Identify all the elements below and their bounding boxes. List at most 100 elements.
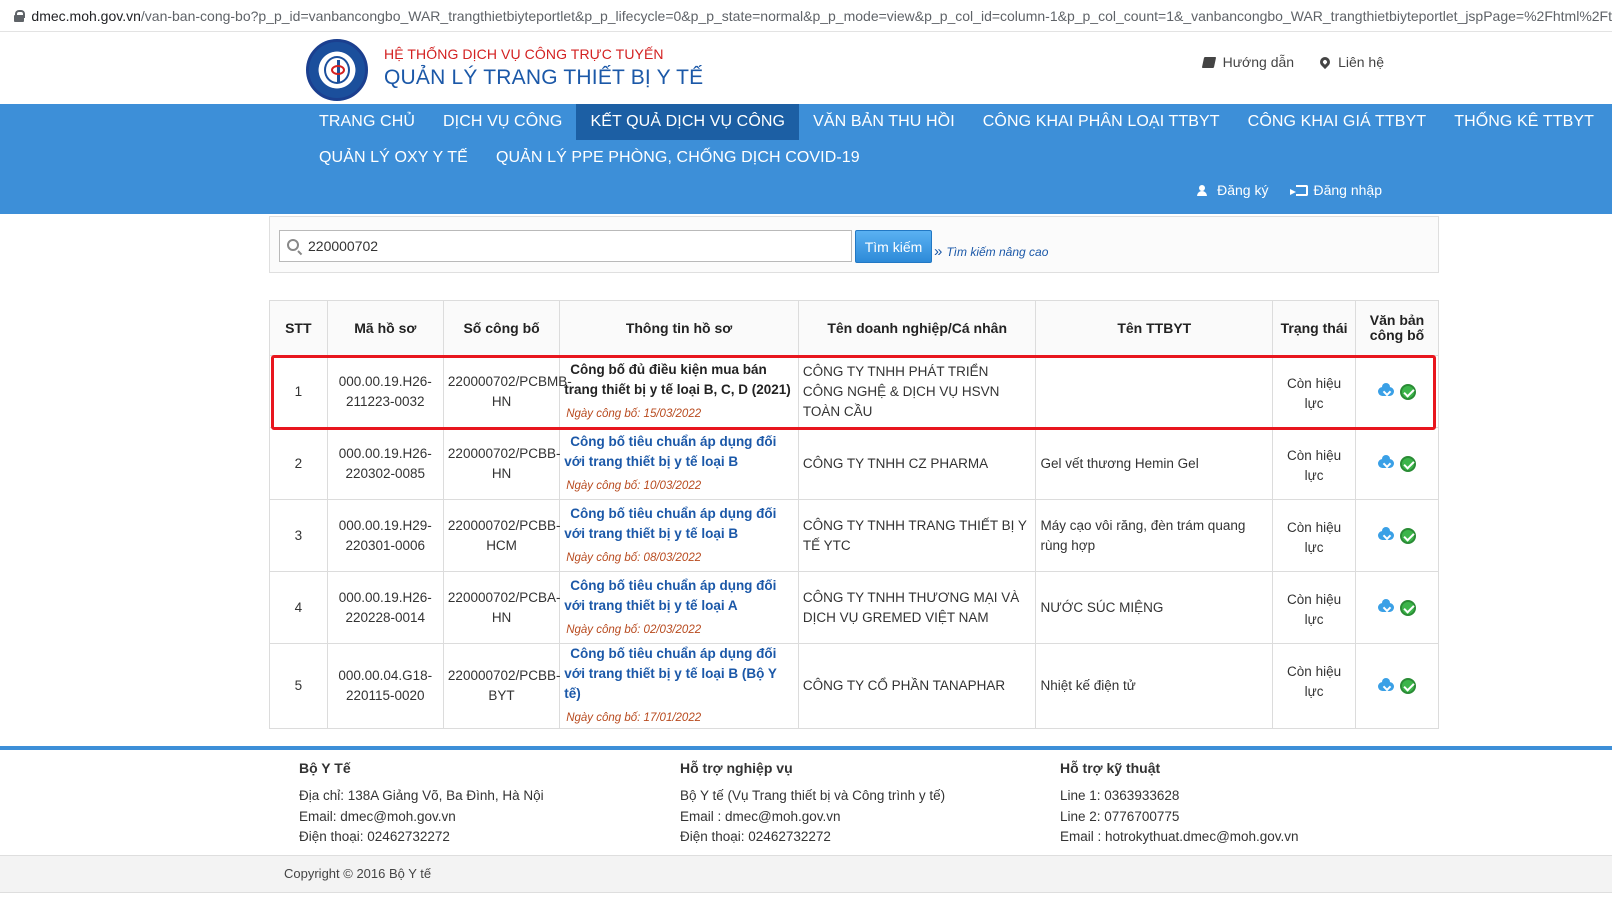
announcement-date: Ngày công bố: 17/01/2022 bbox=[566, 712, 702, 724]
nav-prices[interactable]: CÔNG KHAI GIÁ TTBYT bbox=[1234, 104, 1441, 140]
nav-recalled-documents[interactable]: VĂN BẢN THU HỒI bbox=[799, 104, 969, 140]
row-device-name: Gel vết thương Hemin Gel bbox=[1035, 427, 1274, 500]
record-title-link[interactable]: Công bố tiêu chuẩn áp dụng đối với trang… bbox=[564, 432, 794, 472]
check-circle-icon[interactable] bbox=[1400, 383, 1417, 400]
header-status: Trạng thái bbox=[1272, 300, 1357, 356]
announcement-date: Ngày công bố: 15/03/2022 bbox=[566, 407, 702, 420]
check-circle-icon[interactable] bbox=[1400, 527, 1417, 544]
row-documents bbox=[1355, 571, 1439, 644]
row-record-info: Công bố tiêu chuẩn áp dụng đối với trang… bbox=[559, 427, 799, 500]
header-record-code: Mã hồ sơ bbox=[326, 300, 444, 356]
row-record-code: 000.00.19.H26-220228-0014 bbox=[326, 571, 444, 644]
table-header-row: STT Mã hồ sơ Số công bố Thông tin hồ sơ … bbox=[269, 300, 1439, 356]
announcement-date: Ngày công bố: 08/03/2022 bbox=[566, 551, 702, 564]
nav-oxygen[interactable]: QUẢN LÝ OXY Y TẾ bbox=[305, 140, 482, 176]
system-subtitle: HỆ THỐNG DỊCH VỤ CÔNG TRỰC TUYẾN bbox=[384, 46, 664, 62]
cloud-download-icon[interactable] bbox=[1378, 599, 1395, 613]
row-documents bbox=[1355, 499, 1439, 572]
row-stt: 3 bbox=[269, 499, 328, 572]
row-status: Còn hiệu lực bbox=[1272, 571, 1357, 644]
row-record-code: 000.00.04.G18-220115-0020 bbox=[326, 643, 444, 729]
guide-link[interactable]: Hướng dẫn bbox=[1201, 54, 1295, 70]
footer-line: Line 2: 0776700775 bbox=[1060, 808, 1180, 824]
system-title[interactable]: QUẢN LÝ TRANG THIẾT BỊ Y TẾ bbox=[384, 66, 703, 90]
copyright: Copyright © 2016 Bộ Y tế bbox=[0, 855, 1612, 893]
nav-classification[interactable]: CÔNG KHAI PHÂN LOẠI TTBYT bbox=[969, 104, 1234, 140]
nav-ppe-covid[interactable]: QUẢN LÝ PPE PHÒNG, CHỐNG DỊCH COVID-19 bbox=[482, 140, 874, 176]
row-stt: 5 bbox=[269, 643, 328, 729]
top-links: Hướng dẫn Liên hệ bbox=[1201, 54, 1384, 70]
register-label: Đăng ký bbox=[1217, 182, 1269, 198]
site-header: HỆ THỐNG DỊCH VỤ CÔNG TRỰC TUYẾN QUẢN LÝ… bbox=[0, 32, 1612, 104]
row-record-info: Công bố tiêu chuẩn áp dụng đối với trang… bbox=[559, 643, 799, 729]
record-title-link[interactable]: Công bố tiêu chuẩn áp dụng đối với trang… bbox=[564, 644, 794, 704]
double-chevron-right-icon: » bbox=[934, 243, 943, 260]
sign-in-icon bbox=[1290, 184, 1309, 196]
row-company: CÔNG TY TNHH PHÁT TRIỂN CÔNG NGHỆ & DỊCH… bbox=[797, 355, 1037, 428]
row-stt: 4 bbox=[269, 571, 328, 644]
cloud-download-icon[interactable] bbox=[1378, 455, 1395, 469]
footer-business-title: Hỗ trợ nghiệp vụ bbox=[680, 760, 793, 776]
login-link[interactable]: Đăng nhập bbox=[1290, 182, 1382, 198]
row-stt: 1 bbox=[269, 355, 328, 428]
footer-ministry: Bộ Y Tế Địa chỉ: 138A Giảng Võ, Ba Đình,… bbox=[299, 760, 544, 848]
site-footer: Bộ Y Tế Địa chỉ: 138A Giảng Võ, Ba Đình,… bbox=[0, 750, 1612, 855]
footer-line: Điện thoại: 02462732272 bbox=[680, 829, 831, 844]
cloud-download-icon[interactable] bbox=[1378, 527, 1395, 541]
url-text[interactable]: dmec.moh.gov.vn/van-ban-cong-bo?p_p_id=v… bbox=[31, 8, 1612, 24]
nav-statistics[interactable]: THỐNG KÊ TTBYT bbox=[1440, 104, 1608, 140]
user-plus-icon bbox=[1197, 184, 1212, 196]
cloud-download-icon[interactable] bbox=[1378, 383, 1395, 397]
row-device-name bbox=[1035, 355, 1274, 428]
register-link[interactable]: Đăng ký bbox=[1197, 182, 1268, 198]
row-announcement-number: 220000702/PCBB-HN bbox=[442, 427, 561, 500]
row-record-code: 000.00.19.H29-220301-0006 bbox=[326, 499, 444, 572]
search-icon bbox=[287, 239, 299, 251]
row-record-info: Công bố tiêu chuẩn áp dụng đối với trang… bbox=[559, 499, 799, 572]
cloud-download-icon[interactable] bbox=[1378, 677, 1395, 691]
check-circle-icon[interactable] bbox=[1400, 678, 1417, 695]
record-title-link[interactable]: Công bố tiêu chuẩn áp dụng đối với trang… bbox=[564, 504, 794, 544]
row-company: CÔNG TY TNHH THƯƠNG MẠI VÀ DỊCH VỤ GREME… bbox=[797, 571, 1037, 644]
row-record-info: Công bố tiêu chuẩn áp dụng đối với trang… bbox=[559, 571, 799, 644]
row-company: CÔNG TY CỔ PHẦN TANAPHAR bbox=[797, 643, 1037, 729]
row-record-code: 000.00.19.H26-220302-0085 bbox=[326, 427, 444, 500]
record-title-link[interactable]: Công bố tiêu chuẩn áp dụng đối với trang… bbox=[564, 576, 794, 616]
footer-business-support: Hỗ trợ nghiệp vụ Bộ Y tế (Vụ Trang thiết… bbox=[680, 760, 945, 848]
nav-row-2: QUẢN LÝ OXY Y TẾ QUẢN LÝ PPE PHÒNG, CHỐN… bbox=[305, 140, 874, 176]
header-company: Tên doanh nghiệp/Cá nhân bbox=[797, 300, 1037, 356]
row-record-code: 000.00.19.H26-211223-0032 bbox=[326, 355, 444, 428]
logo-snake bbox=[331, 65, 345, 75]
check-circle-icon[interactable] bbox=[1400, 455, 1417, 472]
row-status: Còn hiệu lực bbox=[1272, 643, 1357, 729]
search-input[interactable]: 220000702 bbox=[279, 230, 852, 262]
ministry-logo[interactable] bbox=[306, 39, 368, 101]
header-announcement-number: Số công bố bbox=[442, 300, 561, 356]
footer-line: Điện thoại: 02462732272 bbox=[299, 829, 450, 844]
row-documents bbox=[1355, 355, 1439, 428]
nav-service-results[interactable]: KẾT QUẢ DỊCH VỤ CÔNG bbox=[576, 104, 800, 140]
nav-home[interactable]: TRANG CHỦ bbox=[305, 104, 429, 140]
row-company: CÔNG TY TNHH CZ PHARMA bbox=[797, 427, 1037, 500]
check-circle-icon[interactable] bbox=[1400, 599, 1417, 616]
announcement-date: Ngày công bố: 02/03/2022 bbox=[566, 623, 702, 636]
address-bar[interactable]: dmec.moh.gov.vn/van-ban-cong-bo?p_p_id=v… bbox=[0, 0, 1612, 32]
row-announcement-number: 220000702/PCBB-HCM bbox=[442, 499, 561, 572]
row-company: CÔNG TY TNHH TRANG THIẾT BỊ Y TẾ YTC bbox=[797, 499, 1037, 572]
record-title-link[interactable]: Công bố đủ điều kiện mua bán trang thiết… bbox=[564, 360, 794, 400]
contact-link[interactable]: Liên hệ bbox=[1317, 54, 1384, 70]
header-documents: Văn bản công bố bbox=[1355, 300, 1439, 356]
row-status: Còn hiệu lực bbox=[1272, 355, 1357, 428]
guide-label: Hướng dẫn bbox=[1222, 54, 1295, 70]
url-path: /van-ban-cong-bo?p_p_id=vanbancongbo_WAR… bbox=[140, 7, 1612, 24]
table-row: 4 000.00.19.H26-220228-0014 220000702/PC… bbox=[269, 571, 1439, 644]
row-announcement-number: 220000702/PCBB-BYT bbox=[442, 643, 561, 729]
advanced-search-link[interactable]: » Tìm kiếm nâng cao bbox=[934, 243, 1048, 260]
search-button[interactable]: Tìm kiếm bbox=[855, 230, 932, 263]
footer-line: Email : dmec@moh.gov.vn bbox=[680, 808, 841, 824]
row-announcement-number: 220000702/PCBA-HN bbox=[442, 571, 561, 644]
nav-public-services[interactable]: DỊCH VỤ CÔNG bbox=[429, 104, 576, 140]
auth-links: Đăng ký Đăng nhập bbox=[1197, 182, 1382, 198]
footer-line: Line 1: 0363933628 bbox=[1060, 788, 1180, 803]
book-icon bbox=[1201, 56, 1216, 68]
